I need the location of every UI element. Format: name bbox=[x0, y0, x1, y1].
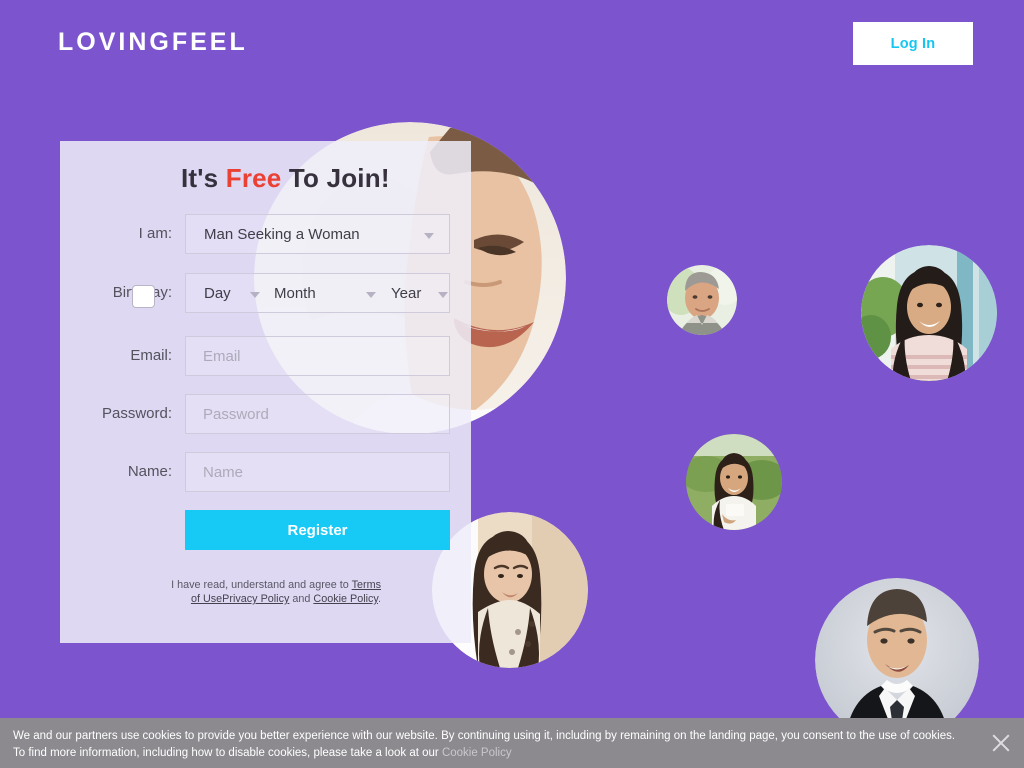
name-input[interactable] bbox=[185, 452, 450, 492]
login-button[interactable]: Log In bbox=[853, 22, 973, 65]
heading-text-after: To Join! bbox=[281, 163, 390, 193]
label-iam: I am: bbox=[138, 225, 172, 242]
close-icon[interactable] bbox=[990, 732, 1012, 754]
birthday-year-select[interactable]: Year bbox=[391, 274, 449, 314]
form-row-email: Email: bbox=[60, 336, 471, 376]
form-row-birthday: Birthday: Day Month Year bbox=[60, 273, 471, 313]
avatar-woman-outdoors-photo bbox=[686, 434, 782, 530]
email-input[interactable] bbox=[185, 336, 450, 376]
cookie-banner-text: We and our partners use cookies to provi… bbox=[13, 728, 963, 761]
label-birthday: Birthday: bbox=[60, 273, 172, 313]
iam-select[interactable]: Man Seeking a Woman bbox=[185, 214, 450, 254]
label-email: Email: bbox=[130, 347, 172, 364]
consent-text-lead: I have read, understand and agree to bbox=[171, 579, 352, 591]
form-row-password: Password: bbox=[60, 394, 471, 434]
chevron-down-icon bbox=[438, 292, 448, 298]
cookie-consent-banner: We and our partners use cookies to provi… bbox=[0, 718, 1024, 768]
site-header: LOVINGFEEL Log In bbox=[0, 0, 1024, 90]
terms-checkbox[interactable] bbox=[132, 285, 155, 308]
birthday-month-value: Month bbox=[274, 285, 316, 302]
birthday-month-select[interactable]: Month bbox=[274, 274, 379, 314]
avatar-man-photo bbox=[667, 265, 737, 335]
form-row-iam: I am: Man Seeking a Woman bbox=[60, 214, 471, 254]
register-button[interactable]: Register bbox=[185, 510, 450, 550]
password-input[interactable] bbox=[185, 394, 450, 434]
iam-select-value: Man Seeking a Woman bbox=[204, 226, 360, 243]
consent-text-end: . bbox=[378, 593, 381, 605]
heading-text-before: It's bbox=[181, 163, 226, 193]
chevron-down-icon bbox=[424, 233, 434, 239]
birthday-day-value: Day bbox=[204, 285, 231, 302]
consent-text: I have read, understand and agree to Ter… bbox=[169, 578, 381, 606]
site-logo[interactable]: LOVINGFEEL bbox=[58, 28, 248, 57]
label-name: Name: bbox=[127, 463, 172, 480]
form-heading: It's Free To Join! bbox=[181, 163, 390, 194]
birthday-year-value: Year bbox=[391, 285, 422, 302]
heading-accent-free: Free bbox=[225, 163, 282, 193]
avatar-woman-photo bbox=[861, 245, 997, 381]
chevron-down-icon bbox=[250, 292, 260, 298]
chevron-down-icon bbox=[366, 292, 376, 298]
cookie-policy-link[interactable]: Cookie Policy bbox=[442, 747, 512, 759]
birthday-day-select[interactable]: Day bbox=[204, 274, 262, 314]
registration-form-card: It's Free To Join! I am: Man Seeking a W… bbox=[60, 141, 471, 643]
landing-page: LOVINGFEEL Log In It's Free To Join! I a… bbox=[0, 0, 1024, 768]
consent-text-and: and bbox=[289, 593, 314, 605]
cookie-policy-link[interactable]: Cookie Policy bbox=[313, 593, 378, 605]
privacy-policy-link[interactable]: Privacy Policy bbox=[222, 593, 289, 605]
birthday-group: Day Month Year bbox=[185, 273, 450, 313]
form-row-name: Name: bbox=[60, 452, 471, 492]
label-password: Password: bbox=[101, 405, 172, 422]
